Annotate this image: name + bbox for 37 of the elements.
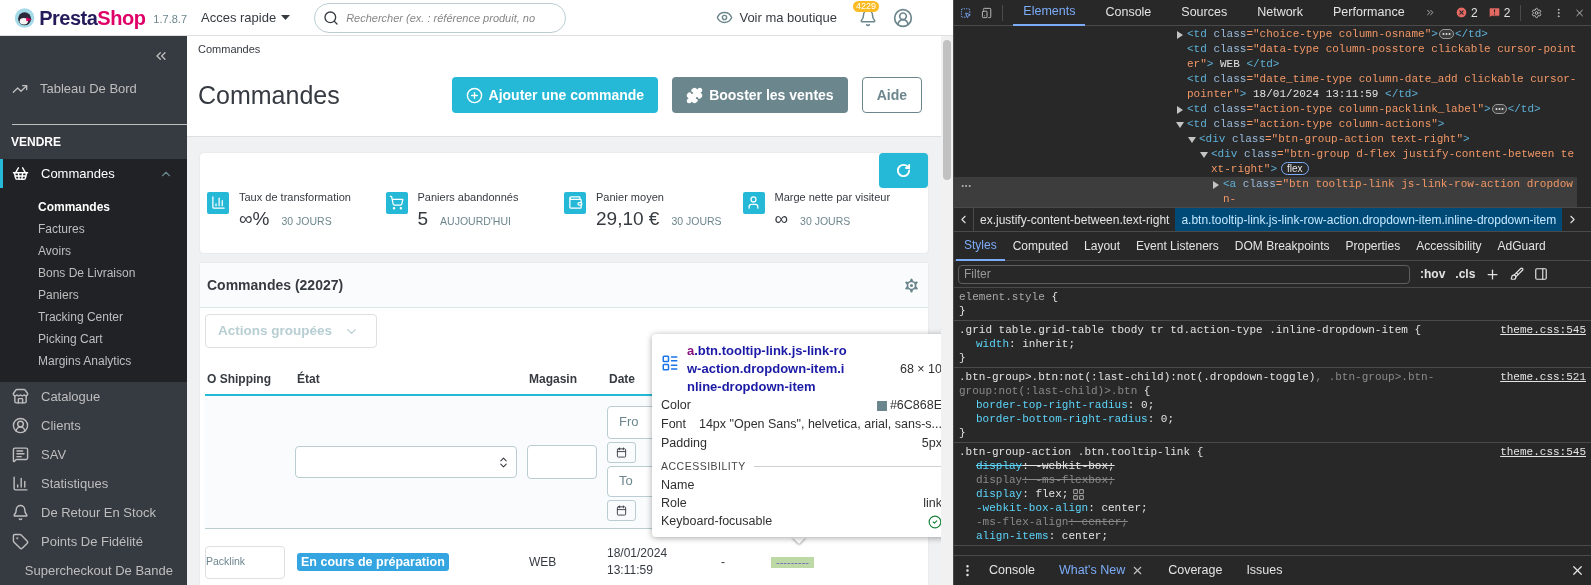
element-selector: a.btn.tooltip-link.js-link-row-action.dropdown-item.inline-dropdown-item	[687, 342, 847, 396]
kpi-label: Paniers abandonnés	[417, 189, 519, 205]
kpi-label: Panier moyen	[596, 189, 665, 205]
status-badge: En cours de préparation	[297, 553, 449, 571]
kpi-value: 5	[417, 207, 429, 231]
section-heading: VENDRE	[11, 133, 61, 151]
property-label: Keyboard-focusable	[661, 513, 773, 531]
element-size: 68 × 10	[899, 361, 941, 378]
property-label: Font	[661, 416, 686, 434]
property-value: 14px "Open Sans", helvetica, arial, sans-s...	[698, 416, 941, 434]
kpi-value: ∞%	[239, 207, 270, 231]
property-label: Padding	[661, 435, 707, 453]
kpi-label: Marge nette par visiteur	[774, 189, 891, 205]
kpi-value: 29,10 €	[596, 207, 660, 231]
page-title: Commandes	[198, 79, 341, 111]
property-value: 5px	[921, 435, 941, 453]
kpi-period: 30 JOURS	[281, 214, 332, 229]
section-heading: ACCESSIBILITY	[661, 459, 746, 474]
card-title: Commandes (22027)	[207, 275, 344, 295]
brand-name: PrestaShop	[39, 7, 146, 28]
notification-count: 4229	[853, 0, 880, 12]
closing-brace: }	[959, 426, 967, 440]
table-cell-text: 18/01/2024 13:11:59	[607, 545, 669, 579]
closing-brace: }	[959, 304, 967, 318]
property-label: Name	[661, 477, 695, 495]
table-cell-text: -	[720, 554, 726, 571]
kpi-value: ∞	[774, 207, 789, 231]
kpi-label: Taux de transformation	[239, 189, 351, 205]
property-label: Role	[661, 495, 687, 513]
version-label: 1.7.8.7	[153, 12, 187, 28]
property-label: Color	[661, 397, 691, 415]
kpi-period: 30 JOURS	[800, 214, 851, 229]
kpi-period: AUJOURD'HUI	[440, 214, 511, 229]
kpi-period: 30 JOURS	[671, 214, 722, 229]
property-value: #6C868E	[889, 397, 941, 415]
closing-brace: }	[959, 351, 967, 365]
table-cell-text: WEB	[528, 554, 558, 571]
